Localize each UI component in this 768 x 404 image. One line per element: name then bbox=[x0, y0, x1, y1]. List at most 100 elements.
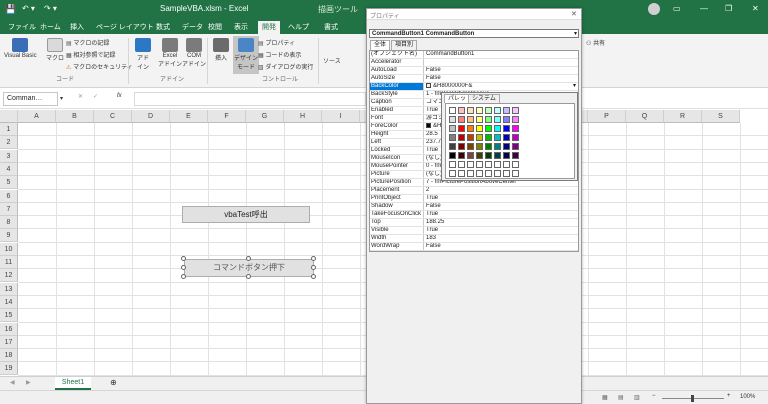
property-value[interactable]: True bbox=[426, 211, 576, 218]
row-header-9[interactable]: 9 bbox=[0, 229, 18, 243]
color-swatch[interactable] bbox=[503, 170, 510, 177]
color-swatch[interactable] bbox=[449, 143, 456, 150]
tab-category[interactable]: 項目別 bbox=[391, 40, 418, 50]
tab-1[interactable]: ホーム bbox=[36, 21, 65, 34]
ribbon-display-icon[interactable]: ▭ bbox=[673, 4, 681, 13]
color-swatch[interactable] bbox=[476, 161, 483, 168]
property-value[interactable]: False bbox=[426, 67, 576, 74]
property-row[interactable]: Width 183 bbox=[370, 235, 578, 243]
row-header-12[interactable]: 12 bbox=[0, 269, 18, 283]
insert-control-button[interactable]: 挿入 bbox=[213, 38, 229, 62]
row-header-2[interactable]: 2 bbox=[0, 136, 18, 150]
xml-source-button[interactable]: ソース bbox=[323, 56, 341, 65]
tab-all[interactable]: 全体 bbox=[370, 40, 391, 50]
row-header-1[interactable]: 1 bbox=[0, 123, 18, 136]
column-header-F[interactable]: F bbox=[208, 110, 246, 123]
color-swatch[interactable] bbox=[449, 170, 456, 177]
row-header-14[interactable]: 14 bbox=[0, 295, 18, 309]
color-swatch[interactable] bbox=[476, 143, 483, 150]
color-swatch[interactable] bbox=[449, 152, 456, 159]
view-code-button[interactable]: ▦ コードの表示 bbox=[258, 50, 301, 59]
column-header-H[interactable]: H bbox=[284, 110, 322, 123]
color-swatch[interactable] bbox=[458, 134, 465, 141]
tab-3[interactable]: ページ レイアウト bbox=[92, 21, 158, 34]
color-swatch[interactable] bbox=[494, 143, 501, 150]
share-button[interactable]: ⚇ 共有 bbox=[586, 38, 605, 47]
excel-addin-button[interactable]: Excel アドイン bbox=[158, 38, 182, 68]
property-row[interactable]: TakeFocusOnClick True bbox=[370, 211, 578, 219]
tab-4[interactable]: 数式 bbox=[152, 21, 174, 34]
tab-5[interactable]: データ bbox=[178, 21, 207, 34]
resize-handle[interactable] bbox=[311, 274, 316, 279]
property-row[interactable]: Accelerator bbox=[370, 59, 578, 67]
color-swatch[interactable] bbox=[467, 107, 474, 114]
color-swatch[interactable] bbox=[485, 161, 492, 168]
row-header-4[interactable]: 4 bbox=[0, 162, 18, 176]
color-swatch[interactable] bbox=[458, 143, 465, 150]
tab-7[interactable]: 表示 bbox=[230, 21, 252, 34]
tab-2[interactable]: 挿入 bbox=[66, 21, 88, 34]
color-swatch[interactable] bbox=[503, 152, 510, 159]
color-swatch[interactable] bbox=[476, 116, 483, 123]
color-swatch[interactable] bbox=[467, 152, 474, 159]
color-swatch[interactable] bbox=[494, 161, 501, 168]
column-header-C[interactable]: C bbox=[94, 110, 132, 123]
color-swatch[interactable] bbox=[494, 152, 501, 159]
property-row[interactable]: WordWrap False bbox=[370, 243, 578, 251]
vbatest-button[interactable]: vbaTest呼出 bbox=[182, 206, 310, 223]
color-swatch[interactable] bbox=[512, 161, 519, 168]
row-header-15[interactable]: 15 bbox=[0, 309, 18, 323]
name-box[interactable]: Comman… bbox=[3, 92, 58, 106]
property-row[interactable]: Placement 2 bbox=[370, 187, 578, 195]
color-swatch[interactable] bbox=[512, 125, 519, 132]
color-swatch[interactable] bbox=[467, 170, 474, 177]
close-icon[interactable]: ✕ bbox=[571, 10, 577, 18]
redo-icon[interactable]: ↷ ▾ bbox=[44, 4, 57, 13]
prev-sheet-icon[interactable]: ◀ bbox=[10, 379, 15, 386]
row-header-5[interactable]: 5 bbox=[0, 176, 18, 190]
property-value[interactable]: False bbox=[426, 243, 576, 250]
fx-icon[interactable]: fx bbox=[117, 93, 122, 99]
resize-handle[interactable] bbox=[311, 256, 316, 261]
row-header-6[interactable]: 6 bbox=[0, 189, 18, 203]
color-swatch[interactable] bbox=[503, 143, 510, 150]
color-swatch[interactable] bbox=[494, 107, 501, 114]
column-header-Q[interactable]: Q bbox=[626, 110, 664, 123]
column-header-G[interactable]: G bbox=[246, 110, 284, 123]
color-swatch[interactable] bbox=[503, 161, 510, 168]
select-all-corner[interactable] bbox=[0, 110, 18, 123]
color-swatch[interactable] bbox=[503, 125, 510, 132]
color-swatch[interactable] bbox=[458, 107, 465, 114]
resize-handle[interactable] bbox=[246, 256, 251, 261]
row-header-10[interactable]: 10 bbox=[0, 242, 18, 256]
color-swatch[interactable] bbox=[512, 116, 519, 123]
resize-handle[interactable] bbox=[246, 274, 251, 279]
column-header-B[interactable]: B bbox=[56, 110, 94, 123]
color-swatch[interactable] bbox=[485, 143, 492, 150]
row-header-13[interactable]: 13 bbox=[0, 282, 18, 296]
column-header-E[interactable]: E bbox=[170, 110, 208, 123]
color-swatch[interactable] bbox=[494, 125, 501, 132]
tab-system[interactable]: システム bbox=[468, 94, 500, 103]
column-header-I[interactable]: I bbox=[322, 110, 360, 123]
resize-handle[interactable] bbox=[181, 256, 186, 261]
property-value[interactable]: 188.25 bbox=[426, 219, 576, 226]
color-swatch[interactable] bbox=[494, 134, 501, 141]
macro-button[interactable]: マクロ bbox=[46, 38, 64, 62]
color-swatch[interactable] bbox=[449, 116, 456, 123]
visual-basic-button[interactable]: Visual Basic bbox=[4, 38, 37, 59]
macro-security-button[interactable]: ⚠ マクロのセキュリティ bbox=[66, 62, 133, 71]
color-swatch[interactable] bbox=[485, 107, 492, 114]
color-swatch[interactable] bbox=[467, 143, 474, 150]
column-header-R[interactable]: R bbox=[664, 110, 702, 123]
property-value[interactable]: False bbox=[426, 75, 576, 82]
color-swatch[interactable] bbox=[467, 125, 474, 132]
color-swatch[interactable] bbox=[476, 107, 483, 114]
color-swatch[interactable] bbox=[485, 134, 492, 141]
add-sheet-icon[interactable]: ⊕ bbox=[110, 378, 117, 387]
zoom-level[interactable]: 100% bbox=[740, 394, 755, 400]
addin-button[interactable]: アド イン bbox=[135, 38, 151, 71]
column-header-D[interactable]: D bbox=[132, 110, 170, 123]
dropdown-icon[interactable]: ▾ bbox=[573, 83, 576, 90]
zoom-thumb[interactable] bbox=[691, 395, 694, 402]
